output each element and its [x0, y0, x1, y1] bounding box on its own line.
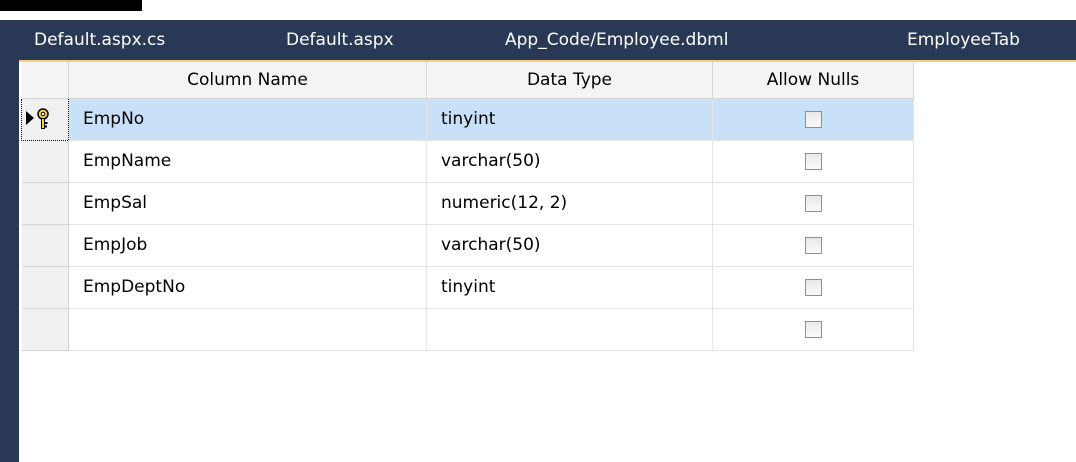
allow-nulls-cell — [712, 266, 914, 309]
data-type-header: Data Type — [426, 62, 713, 99]
allow-nulls-cell — [712, 224, 914, 267]
data-type-cell[interactable]: varchar(50) — [426, 140, 713, 183]
allow-nulls-cell — [712, 140, 914, 183]
table-row[interactable]: EmpJob varchar(50) — [21, 224, 914, 267]
tab-default-aspx[interactable]: Default.aspx — [286, 20, 394, 60]
column-name-cell[interactable]: EmpDeptNo — [68, 266, 427, 309]
row-selector-header — [21, 62, 69, 99]
column-name-cell[interactable] — [68, 308, 427, 351]
allow-nulls-checkbox[interactable] — [804, 110, 822, 128]
primary-key-icon — [37, 107, 49, 129]
table-row[interactable]: EmpDeptNo tinyint — [21, 266, 914, 309]
row-selector[interactable] — [21, 224, 69, 267]
data-type-cell[interactable]: numeric(12, 2) — [426, 182, 713, 225]
allow-nulls-cell — [712, 98, 914, 141]
column-name-cell[interactable]: EmpName — [68, 140, 427, 183]
table-row[interactable]: EmpSal numeric(12, 2) — [21, 182, 914, 225]
allow-nulls-checkbox[interactable] — [804, 278, 822, 296]
data-type-cell[interactable]: tinyint — [426, 98, 713, 141]
allow-nulls-checkbox[interactable] — [804, 194, 822, 212]
tab-default-aspx-cs[interactable]: Default.aspx.cs — [34, 20, 165, 60]
column-grid: Column Name Data Type Allow Nulls EmpNo … — [21, 62, 914, 351]
data-type-cell[interactable]: tinyint — [426, 266, 713, 309]
allow-nulls-checkbox[interactable] — [804, 320, 822, 338]
column-name-cell[interactable]: EmpNo — [68, 98, 427, 141]
row-selector[interactable] — [21, 140, 69, 183]
tab-employee-dbml[interactable]: App_Code/Employee.dbml — [505, 20, 728, 60]
grid-header-row: Column Name Data Type Allow Nulls — [21, 62, 914, 99]
table-row[interactable]: EmpNo tinyint — [21, 97, 914, 141]
allow-nulls-cell — [712, 308, 914, 351]
column-name-cell[interactable]: EmpSal — [68, 182, 427, 225]
row-selector[interactable] — [21, 308, 69, 351]
allow-nulls-checkbox[interactable] — [804, 152, 822, 170]
data-type-cell[interactable] — [426, 308, 713, 351]
row-selector[interactable] — [21, 266, 69, 309]
row-pointer-icon — [26, 110, 34, 125]
black-bar — [0, 0, 142, 11]
row-selector[interactable] — [21, 182, 69, 225]
column-name-header: Column Name — [68, 62, 427, 99]
allow-nulls-cell — [712, 182, 914, 225]
table-designer: Column Name Data Type Allow Nulls EmpNo … — [19, 60, 1076, 462]
column-name-cell[interactable]: EmpJob — [68, 224, 427, 267]
allow-nulls-header: Allow Nulls — [712, 62, 914, 99]
allow-nulls-checkbox[interactable] — [804, 236, 822, 254]
table-row[interactable]: EmpName varchar(50) — [21, 140, 914, 183]
document-tab-strip: Default.aspx.cs Default.aspx App_Code/Em… — [0, 20, 1076, 60]
row-selector[interactable] — [21, 97, 69, 141]
data-type-cell[interactable]: varchar(50) — [426, 224, 713, 267]
table-row[interactable] — [21, 308, 914, 351]
tab-employee-table[interactable]: EmployeeTab — [907, 20, 1020, 60]
